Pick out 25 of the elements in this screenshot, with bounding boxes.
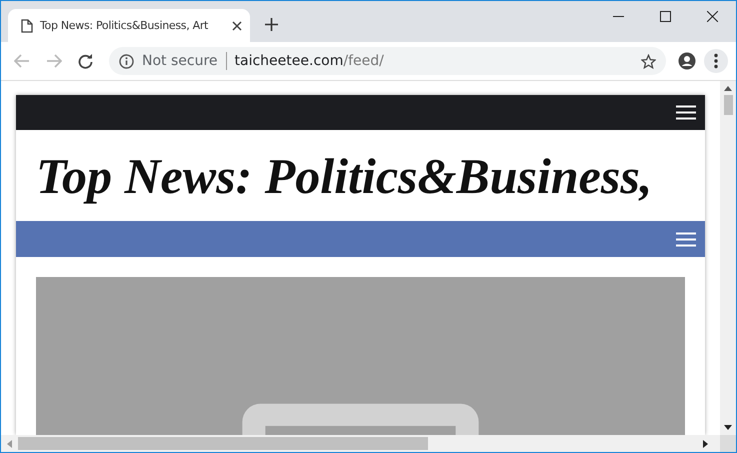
scrollbar-corner <box>720 435 736 452</box>
up-arrow-icon[interactable] <box>724 86 732 91</box>
vertical-scrollbar[interactable] <box>720 81 736 435</box>
document-icon <box>21 18 33 32</box>
horizontal-scrollbar[interactable] <box>1 435 736 452</box>
address-bar[interactable]: Not secure taicheetee.com/feed/ <box>109 47 666 75</box>
maximize-icon[interactable] <box>660 11 671 22</box>
close-icon[interactable] <box>232 20 242 30</box>
info-icon <box>119 54 134 68</box>
right-arrow-icon[interactable] <box>703 440 708 448</box>
account-icon[interactable] <box>678 52 696 70</box>
menu-icon[interactable] <box>704 49 728 73</box>
reload-icon[interactable] <box>78 54 93 68</box>
site-title: Top News: Politics&Business, <box>36 146 652 204</box>
tab-title: Top News: Politics&Business, Art <box>40 19 210 32</box>
menu-icon[interactable] <box>676 105 696 120</box>
down-arrow-icon[interactable] <box>724 425 732 430</box>
scrollbar-thumb[interactable] <box>724 95 732 115</box>
url-text: taicheetee.com/feed/ <box>234 53 384 69</box>
new-tab-icon[interactable] <box>265 18 278 31</box>
browser-tab[interactable]: Top News: Politics&Business, Art <box>8 9 250 42</box>
close-icon[interactable] <box>707 11 718 22</box>
security-label: Not secure <box>142 53 218 69</box>
scrollbar-thumb[interactable] <box>18 437 428 450</box>
star-icon[interactable] <box>641 54 656 68</box>
